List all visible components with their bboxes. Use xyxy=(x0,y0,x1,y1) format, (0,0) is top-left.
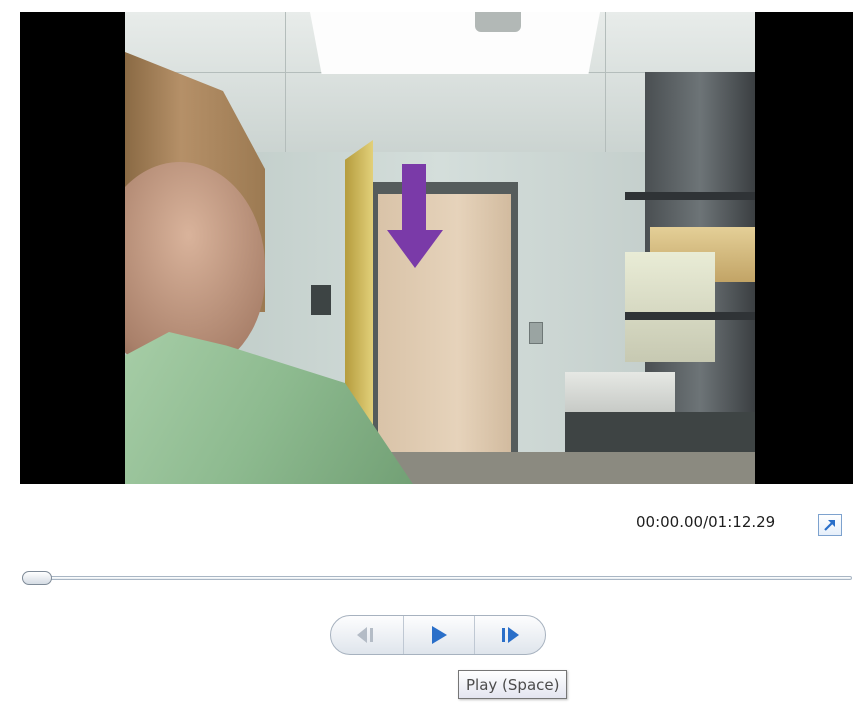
expand-button[interactable] xyxy=(818,514,842,536)
play-button[interactable] xyxy=(403,616,475,654)
play-icon xyxy=(432,626,447,644)
time-display: 00:00.00/01:12.29 xyxy=(636,513,776,531)
video-player-window: 00:00.00/01:12.29 Play (Space) xyxy=(0,0,867,707)
expand-arrow-icon xyxy=(824,520,835,531)
previous-frame-button[interactable] xyxy=(331,616,401,654)
next-frame-icon xyxy=(502,627,519,643)
previous-frame-icon xyxy=(357,627,373,643)
annotation-down-arrow-icon xyxy=(387,164,443,268)
video-preview[interactable] xyxy=(20,12,853,484)
seek-bar[interactable] xyxy=(22,576,852,580)
play-tooltip: Play (Space) xyxy=(458,670,568,699)
seek-thumb[interactable] xyxy=(22,571,52,585)
next-frame-button[interactable] xyxy=(475,616,545,654)
video-frame xyxy=(125,12,755,484)
transport-controls xyxy=(330,615,546,655)
